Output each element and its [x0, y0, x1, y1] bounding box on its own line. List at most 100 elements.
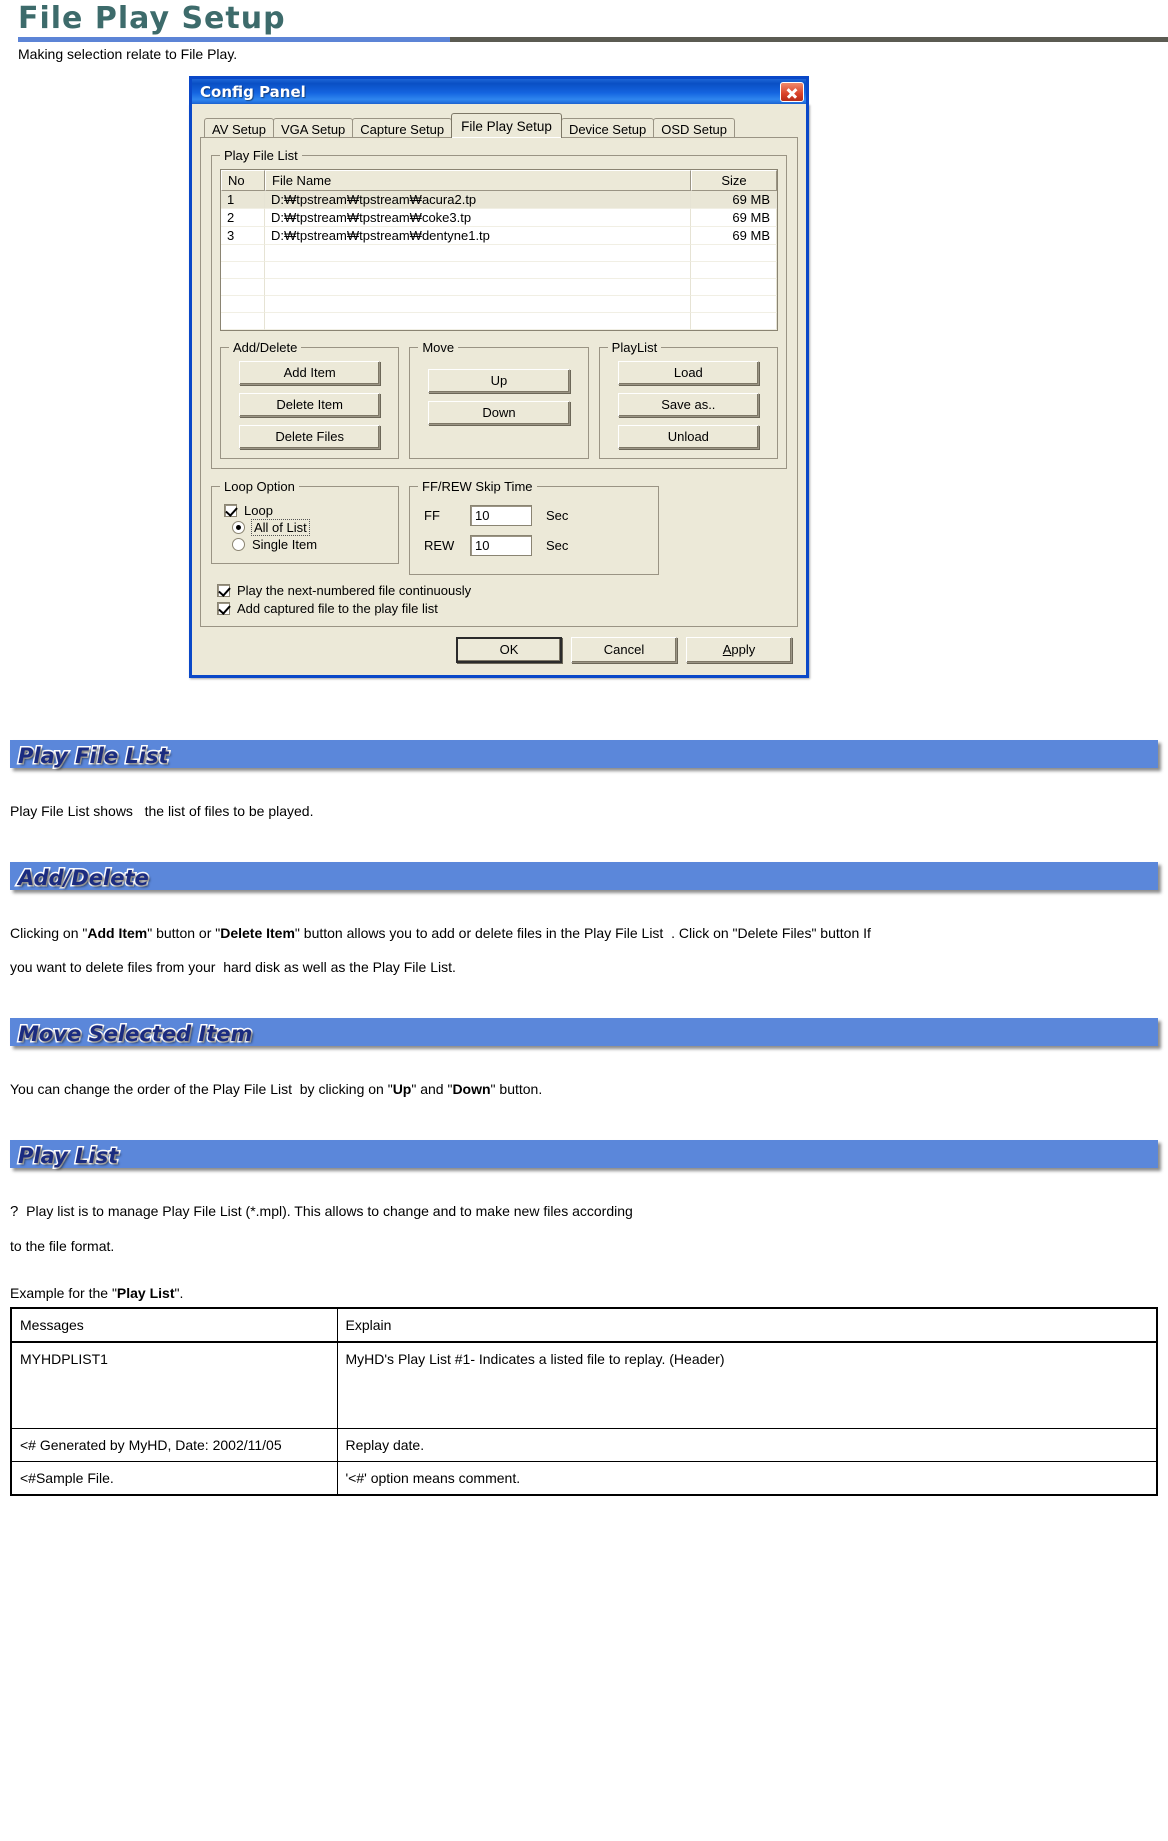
- playlist-example-table: Messages Explain MYHDPLIST1 MyHD's Play …: [10, 1307, 1158, 1496]
- cell-message: <#Sample File.: [10, 1460, 338, 1495]
- move-legend: Move: [422, 340, 455, 355]
- all-of-list-radio-row[interactable]: All of List: [232, 519, 390, 536]
- dialog-titlebar: Config Panel: [189, 76, 809, 104]
- row-size: [691, 279, 777, 296]
- action-button-groups: Add/Delete Add Item Delete Item Delete F…: [220, 340, 778, 459]
- row-file-name: [265, 262, 691, 279]
- row-size: 69 MB: [691, 209, 777, 227]
- table-row[interactable]: 3 D:₩tpstream₩tpstream₩dentyne1.tp 69 MB: [221, 227, 777, 245]
- single-item-radio-row[interactable]: Single Item: [232, 537, 390, 552]
- move-down-button[interactable]: Down: [428, 401, 570, 425]
- loop-checkbox-row[interactable]: Loop: [224, 503, 390, 518]
- loop-and-skip-row: Loop Option Loop All of List Single Item: [211, 479, 787, 575]
- section-body: Clicking on "Add Item" button or "Delete…: [10, 925, 871, 975]
- row-file-name: [265, 279, 691, 296]
- playlist-load-button[interactable]: Load: [617, 361, 759, 385]
- skip-time-group: FF/REW Skip Time FF Sec REW Sec: [409, 479, 659, 575]
- checkbox-icon-add-captured-file[interactable]: [217, 602, 230, 615]
- listview-header: No File Name Size: [221, 170, 777, 191]
- row-file-name: D:₩tpstream₩tpstream₩coke3.tp: [265, 209, 691, 227]
- cancel-button[interactable]: Cancel: [571, 637, 677, 663]
- table-row[interactable]: 1 D:₩tpstream₩tpstream₩acura2.tp 69 MB: [221, 191, 777, 209]
- play-next-numbered-row[interactable]: Play the next-numbered file continuously: [217, 583, 787, 598]
- row-file-name: [265, 296, 691, 313]
- table-row-empty[interactable]: [221, 296, 777, 313]
- table-row[interactable]: 2 D:₩tpstream₩tpstream₩coke3.tp 69 MB: [221, 209, 777, 227]
- row-file-name: [265, 245, 691, 262]
- close-icon[interactable]: [780, 81, 804, 102]
- table-row: MYHDPLIST1 MyHD's Play List #1- Indicate…: [10, 1341, 1158, 1429]
- section-banner: Move Selected Item: [10, 1018, 1158, 1048]
- move-up-button[interactable]: Up: [428, 369, 570, 393]
- section-move-selected-item: Move Selected Item You can change the or…: [0, 1018, 1168, 1106]
- row-size: [691, 296, 777, 313]
- page-title: File Play Setup: [18, 1, 286, 36]
- section-banner-label: Add/Delete: [17, 865, 151, 892]
- section-banner-label: Move Selected Item: [16, 1021, 253, 1048]
- skip-time-legend: FF/REW Skip Time: [422, 479, 533, 494]
- add-item-button[interactable]: Add Item: [239, 361, 381, 385]
- checkbox-icon-play-next-numbered[interactable]: [217, 584, 230, 597]
- play-file-list-group: Play File List No File Name Size 1 D:₩tp…: [211, 148, 787, 469]
- ff-unit: Sec: [546, 508, 569, 523]
- row-no: 1: [221, 191, 265, 209]
- row-size: [691, 245, 777, 262]
- row-no: 2: [221, 209, 265, 227]
- add-captured-file-row[interactable]: Add captured file to the play file list: [217, 601, 787, 616]
- ok-button[interactable]: OK: [456, 637, 562, 663]
- table-row-empty[interactable]: [221, 279, 777, 296]
- section-banner: Play List: [10, 1140, 1158, 1170]
- footer-checkboxes: Play the next-numbered file continuously…: [211, 583, 787, 616]
- section-add-delete: Add/Delete Clicking on "Add Item" button…: [0, 862, 1168, 984]
- add-captured-file-label: Add captured file to the play file list: [237, 601, 438, 616]
- apply-button[interactable]: Apply: [686, 637, 792, 663]
- tab-file-play-setup[interactable]: File Play Setup: [451, 113, 562, 138]
- table-header-row: Messages Explain: [10, 1307, 1158, 1343]
- playlist-save-as-button[interactable]: Save as..: [617, 393, 759, 417]
- loop-option-legend: Loop Option: [224, 479, 295, 494]
- cell-message: MYHDPLIST1: [10, 1341, 338, 1429]
- rew-label: REW: [424, 538, 455, 553]
- play-file-listview[interactable]: No File Name Size 1 D:₩tpstream₩tpstream…: [220, 169, 778, 331]
- apply-rest: pply: [731, 642, 756, 657]
- all-of-list-label: All of List: [251, 519, 310, 536]
- row-no: [221, 296, 265, 313]
- row-size: 69 MB: [691, 227, 777, 245]
- config-panel-dialog: Config Panel AV Setup VGA Setup Capture …: [189, 76, 809, 678]
- table-row-empty[interactable]: [221, 262, 777, 279]
- play-file-list-legend: Play File List: [224, 148, 298, 163]
- column-header-file-name[interactable]: File Name: [265, 170, 691, 191]
- playlist-unload-button[interactable]: Unload: [617, 425, 759, 449]
- checkbox-icon-loop[interactable]: [224, 504, 237, 517]
- section-body: You can change the order of the Play Fil…: [10, 1081, 543, 1097]
- radio-icon-single-item[interactable]: [232, 538, 245, 551]
- section-play-list: Play List ? Play list is to manage Play …: [0, 1140, 1168, 1263]
- rew-skip-row: REW Sec: [424, 535, 650, 556]
- column-header-messages: Messages: [10, 1307, 338, 1343]
- tabstrip: AV Setup VGA Setup Capture Setup File Pl…: [200, 112, 798, 140]
- tab-page-file-play-setup: Play File List No File Name Size 1 D:₩tp…: [200, 137, 798, 627]
- move-group: Move Up Down: [409, 340, 589, 459]
- radio-icon-all-of-list[interactable]: [232, 521, 245, 534]
- intro-text: Making selection relate to File Play.: [18, 46, 238, 62]
- section-banner-label: Play File List: [17, 743, 171, 770]
- delete-item-button[interactable]: Delete Item: [239, 393, 381, 417]
- rew-skip-input[interactable]: [470, 535, 532, 556]
- row-size: [691, 313, 777, 330]
- row-size: [691, 262, 777, 279]
- section-body: ? Play list is to manage Play File List …: [10, 1203, 633, 1254]
- ff-skip-row: FF Sec: [424, 505, 650, 526]
- example-lead: Example for the "Play List".: [10, 1285, 184, 1301]
- column-header-explain: Explain: [336, 1307, 1158, 1343]
- table-row: <#Sample File. '<#' option means comment…: [10, 1460, 1158, 1495]
- ff-skip-input[interactable]: [470, 505, 532, 526]
- table-row-empty[interactable]: [221, 313, 777, 330]
- delete-files-button[interactable]: Delete Files: [239, 425, 381, 449]
- column-header-no[interactable]: No: [221, 170, 265, 191]
- add-delete-legend: Add/Delete: [233, 340, 298, 355]
- column-header-size[interactable]: Size: [691, 170, 777, 191]
- row-no: [221, 279, 265, 296]
- play-next-numbered-label: Play the next-numbered file continuously: [237, 583, 472, 598]
- table-row-empty[interactable]: [221, 245, 777, 262]
- row-no: [221, 262, 265, 279]
